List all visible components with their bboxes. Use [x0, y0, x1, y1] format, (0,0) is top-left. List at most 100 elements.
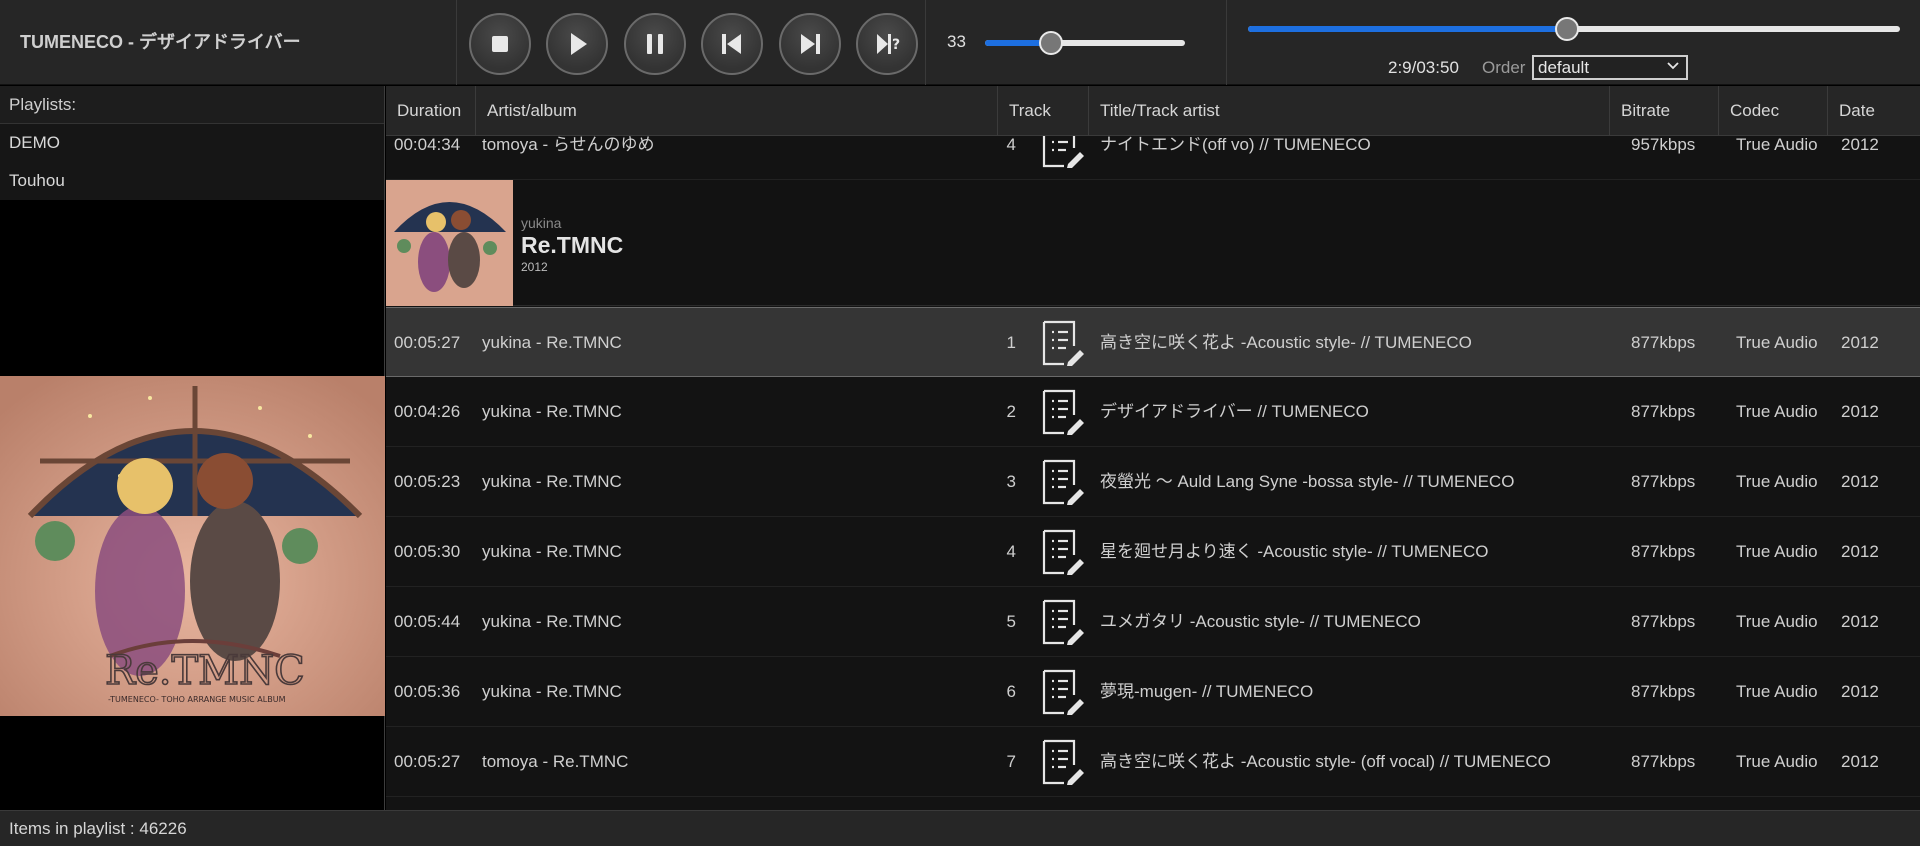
edit-list-icon[interactable] [1040, 529, 1086, 575]
next-icon [801, 34, 820, 54]
row-bitrate: 877kbps [1631, 542, 1696, 561]
row-artist-album: tomoya - Re.TMNC [482, 752, 629, 771]
track-list: Duration Artist/album Track Title/Track … [386, 86, 1920, 810]
edit-list-icon[interactable] [1040, 599, 1086, 645]
row-duration: 00:05:27 [394, 752, 461, 771]
row-bitrate: 877kbps [1631, 402, 1696, 421]
row-artist-album: yukina - Re.TMNC [482, 333, 622, 352]
row-bitrate: 877kbps [1631, 682, 1696, 701]
time-display: 2:9/03:50 [1388, 58, 1459, 77]
play-icon [571, 33, 587, 55]
cover-subtitle: -TUMENECO- TOHO ARRANGE MUSIC ALBUM [108, 695, 286, 704]
row-date: 2012 [1841, 542, 1879, 561]
column-track[interactable]: Track [998, 86, 1089, 136]
volume-handle[interactable] [1039, 31, 1063, 55]
volume-value: 33 [947, 32, 966, 51]
seek-panel: 2:9/03:50 Order default [1228, 0, 1920, 85]
next-button[interactable] [779, 13, 841, 75]
previous-icon [722, 34, 741, 54]
row-artist-album: yukina - Re.TMNC [482, 402, 622, 421]
column-bitrate[interactable]: Bitrate [1610, 86, 1719, 136]
cover-lettering: Re.TMNC [105, 648, 305, 694]
row-track-number: 6 [1006, 682, 1016, 701]
row-duration: 00:05:30 [394, 542, 461, 561]
table-row[interactable]: 00:05:27 yukina - Re.TMNC 1 高き空に咲く花よ -Ac… [386, 307, 1920, 377]
stop-button[interactable] [469, 13, 531, 75]
row-title: 高き空に咲く花よ -Acoustic style- (off vocal) //… [1100, 752, 1551, 771]
row-bitrate: 877kbps [1631, 752, 1696, 771]
row-codec: True Audio [1736, 402, 1818, 421]
seek-handle[interactable] [1555, 17, 1580, 41]
chevron-down-icon [1667, 62, 1679, 70]
column-title[interactable]: Title/Track artist [1089, 86, 1610, 136]
row-duration: 00:05:36 [394, 682, 461, 701]
order-select[interactable]: default [1532, 55, 1688, 80]
row-title: 夜螢光 ～ Auld Lang Syne -bossa style- // TU… [1100, 472, 1515, 491]
column-headers: Duration Artist/album Track Title/Track … [386, 86, 1920, 136]
row-duration: 00:05:27 [394, 333, 461, 352]
group-album-title: Re.TMNC [521, 232, 624, 258]
edit-list-icon[interactable] [1040, 669, 1086, 715]
volume-slider[interactable] [985, 31, 1185, 55]
row-date: 2012 [1841, 752, 1879, 771]
row-title: 夢現-mugen- // TUMENECO [1100, 682, 1314, 701]
album-thumbnail [386, 180, 513, 306]
album-group-header: yukina Re.TMNC 2012 [386, 180, 1920, 306]
table-row[interactable]: 00:05:44 yukina - Re.TMNC 5 ユメガタリ -Acous… [386, 587, 1920, 657]
column-duration[interactable]: Duration [386, 86, 476, 136]
edit-list-icon[interactable] [1040, 389, 1086, 435]
row-track-number: 4 [1006, 542, 1016, 561]
pause-icon [647, 34, 663, 54]
order-label: Order [1482, 58, 1526, 77]
svg-text:?: ? [892, 37, 900, 53]
table-row[interactable]: 00:05:23 yukina - Re.TMNC 3 夜螢光 ～ Auld L… [386, 447, 1920, 517]
row-track-number: 3 [1006, 472, 1016, 491]
column-artist-album[interactable]: Artist/album [476, 86, 998, 136]
row-bitrate: 877kbps [1631, 472, 1696, 491]
column-codec[interactable]: Codec [1719, 86, 1828, 136]
row-codec: True Audio [1736, 333, 1818, 352]
playlists-header: Playlists: [0, 86, 384, 124]
playlist-item-demo[interactable]: DEMO [0, 124, 384, 162]
row-track-number: 2 [1006, 402, 1016, 421]
row-codec: True Audio [1736, 752, 1818, 771]
playlist-sidebar: Playlists: DEMO Touhou Re.TMNC -TUMENECO… [0, 86, 385, 810]
pause-button[interactable] [624, 13, 686, 75]
row-date: 2012 [1841, 333, 1879, 352]
seek-fill [1248, 26, 1568, 32]
group-artist: yukina [521, 215, 562, 231]
column-date[interactable]: Date [1828, 86, 1920, 136]
row-artist-album: yukina - Re.TMNC [482, 612, 622, 631]
row-codec: True Audio [1736, 542, 1818, 561]
row-duration: 00:05:23 [394, 472, 461, 491]
play-button[interactable] [546, 13, 608, 75]
previous-button[interactable] [701, 13, 763, 75]
row-bitrate: 877kbps [1631, 333, 1696, 352]
row-duration: 00:05:44 [394, 612, 461, 631]
table-row[interactable]: 00:05:30 yukina - Re.TMNC 4 星を廻せ月より速く -A… [386, 517, 1920, 587]
row-codec: True Audio [1736, 472, 1818, 491]
row-bitrate: 877kbps [1631, 612, 1696, 631]
seek-slider[interactable] [1248, 17, 1900, 41]
table-row[interactable]: 00:05:36 yukina - Re.TMNC 6 夢現-mugen- //… [386, 657, 1920, 727]
row-title: 高き空に咲く花よ -Acoustic style- // TUMENECO [1100, 333, 1472, 352]
random-button[interactable]: ? [856, 13, 918, 75]
row-track-number: 1 [1006, 333, 1016, 352]
row-date: 2012 [1841, 402, 1879, 421]
stop-icon [492, 36, 508, 52]
table-row[interactable]: 00:04:26 yukina - Re.TMNC 2 デザイアドライバー //… [386, 377, 1920, 447]
row-date: 2012 [1841, 612, 1879, 631]
table-row[interactable]: 00:05:27 tomoya - Re.TMNC 7 高き空に咲く花よ -Ac… [386, 727, 1920, 797]
playlist-item-touhou[interactable]: Touhou [0, 162, 384, 200]
status-bar: Items in playlist : 46226 [0, 810, 1920, 846]
row-title: 星を廻せ月より速く -Acoustic style- // TUMENECO [1100, 542, 1489, 561]
now-playing-title: TUMENECO - デザイアドライバー [0, 0, 457, 85]
edit-list-icon[interactable] [1040, 459, 1086, 505]
row-artist-album: yukina - Re.TMNC [482, 682, 622, 701]
edit-list-icon[interactable] [1040, 320, 1086, 366]
row-title: デザイアドライバー // TUMENECO [1100, 402, 1369, 421]
edit-list-icon[interactable] [1040, 739, 1086, 785]
group-year: 2012 [521, 260, 548, 274]
row-date: 2012 [1841, 472, 1879, 491]
volume-control: 33 [927, 0, 1227, 85]
